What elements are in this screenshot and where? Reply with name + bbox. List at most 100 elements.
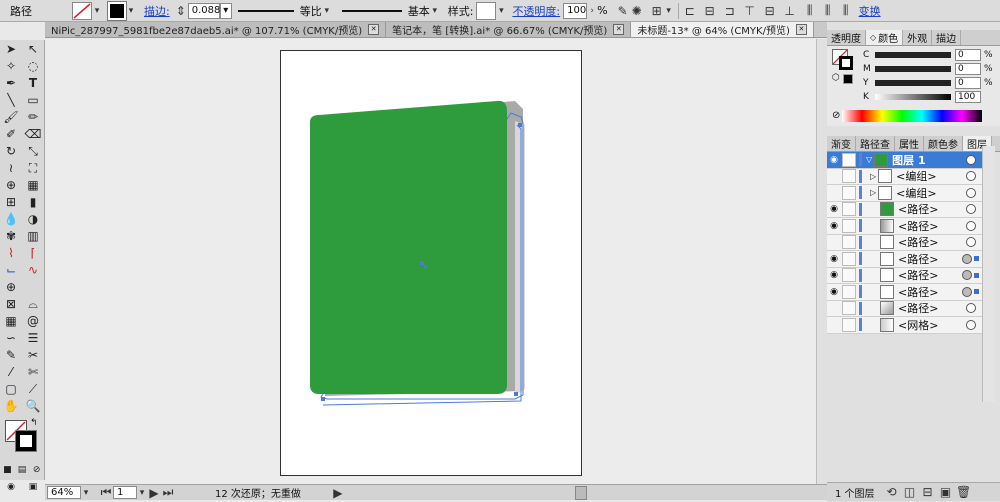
- layer-row[interactable]: ◉ <路径>: [827, 218, 982, 235]
- artboard-tool-icon[interactable]: ⊠: [2, 296, 20, 312]
- twirl-tool-icon[interactable]: @: [24, 313, 42, 329]
- fill-stroke-widget[interactable]: ↰: [0, 418, 44, 460]
- lock-toggle[interactable]: [842, 301, 856, 316]
- knife-tool-icon[interactable]: ⁄: [2, 364, 20, 380]
- target-icon[interactable]: [966, 319, 976, 330]
- channel-slider-m[interactable]: [875, 66, 951, 72]
- tab-document-1[interactable]: NiPic_287997_5981fbe2e87daeb5.ai* @ 107.…: [45, 22, 387, 37]
- channel-slider-y[interactable]: [875, 80, 951, 86]
- chevron-down-icon[interactable]: ▾: [92, 4, 102, 18]
- crosshair-icon[interactable]: ⊕: [2, 279, 20, 295]
- tab-appearance[interactable]: 外观: [903, 30, 933, 45]
- status-menu-icon[interactable]: ▶: [331, 486, 345, 500]
- lock-toggle[interactable]: [842, 185, 856, 200]
- eye-icon[interactable]: ◉: [827, 252, 841, 266]
- color-mode-icon[interactable]: ■: [0, 462, 15, 478]
- tab-gradient[interactable]: 渐变: [827, 136, 856, 151]
- layer-row[interactable]: <网格>: [827, 317, 982, 334]
- next-page-icon[interactable]: ▶: [147, 486, 161, 500]
- target-icon[interactable]: [966, 237, 976, 248]
- trash-icon[interactable]: 🗑: [956, 485, 971, 499]
- recolor-icon[interactable]: ✎: [616, 4, 630, 18]
- anchor-convert-icon[interactable]: ⌈: [24, 245, 42, 261]
- align-vcenter-icon[interactable]: ⊟: [763, 4, 777, 18]
- color-spectrum[interactable]: ⊘: [832, 110, 982, 122]
- align-hcenter-icon[interactable]: ⊟: [703, 4, 717, 18]
- target-icon[interactable]: [962, 270, 972, 281]
- first-page-icon[interactable]: ⏮: [99, 485, 113, 500]
- gradient-mode-icon[interactable]: ▤: [15, 462, 30, 478]
- canvas-area[interactable]: [45, 39, 827, 484]
- vertical-scrollbar[interactable]: [816, 39, 827, 484]
- lock-toggle[interactable]: [842, 152, 856, 167]
- opacity-input[interactable]: 100: [563, 2, 588, 19]
- lock-toggle[interactable]: [842, 202, 856, 217]
- lock-toggle[interactable]: [842, 218, 856, 233]
- perspective-grid-tool-icon[interactable]: ▦: [24, 177, 42, 193]
- mesh-tool-icon[interactable]: ⊞: [2, 194, 20, 210]
- lock-toggle[interactable]: [842, 268, 856, 283]
- align-right-icon[interactable]: ⊐: [723, 4, 737, 18]
- opacity-link[interactable]: 不透明度:: [512, 3, 560, 19]
- target-icon[interactable]: [966, 220, 976, 231]
- scissors-tool-icon[interactable]: ✄: [24, 364, 42, 380]
- tab-document-3[interactable]: 未标题-13* @ 64% (CMYK/预览) ✕: [631, 22, 814, 37]
- pencil-tool-icon[interactable]: ✏: [24, 109, 42, 125]
- globe-icon[interactable]: ✺: [630, 4, 644, 18]
- center-point[interactable]: [420, 261, 424, 265]
- type-tool-icon[interactable]: T: [24, 75, 42, 91]
- book-cover[interactable]: [310, 100, 507, 394]
- chevron-down-icon[interactable]: ▾: [126, 4, 136, 18]
- lasso-tool-icon[interactable]: ◌: [24, 58, 42, 74]
- anchor-point[interactable]: [518, 123, 522, 127]
- rectangle-tool-icon[interactable]: ▭: [24, 92, 42, 108]
- chevron-right-icon[interactable]: ▷: [870, 172, 876, 181]
- line-tool-icon[interactable]: ╲: [2, 92, 20, 108]
- channel-slider-c[interactable]: [875, 52, 951, 58]
- center-point[interactable]: [424, 265, 427, 268]
- anchor-tool-icon[interactable]: ⌇: [2, 245, 20, 261]
- chevron-down-icon[interactable]: ▾: [664, 4, 674, 18]
- eye-icon[interactable]: ◉: [827, 285, 841, 299]
- target-icon[interactable]: [966, 187, 976, 198]
- layer-row[interactable]: <路径>: [827, 300, 982, 317]
- wave-tool-icon[interactable]: ∽: [2, 330, 20, 346]
- spectrum-bar[interactable]: [842, 110, 982, 122]
- layer-row[interactable]: ▷ <编组>: [827, 168, 982, 185]
- chevron-right-icon[interactable]: ▷: [870, 188, 876, 197]
- target-icon[interactable]: [966, 204, 976, 215]
- distribute-icon[interactable]: ⫼: [803, 3, 817, 18]
- layer-row[interactable]: ◉ ▽ 图层 1: [827, 152, 982, 169]
- new-sublayer-icon[interactable]: ⊟: [921, 485, 935, 499]
- tab-document-2[interactable]: 笔记本，笔 [转换].ai* @ 66.67% (CMYK/预览) ✕: [386, 22, 632, 37]
- none-mode-icon[interactable]: ⊘: [29, 462, 44, 478]
- eye-icon[interactable]: ◉: [827, 202, 841, 216]
- eye-icon[interactable]: ◉: [827, 219, 841, 233]
- target-icon[interactable]: [962, 253, 972, 264]
- align-top-icon[interactable]: ⊤: [743, 4, 757, 18]
- hand-tool-icon[interactable]: ✋: [2, 398, 20, 414]
- envelope-tool-icon[interactable]: ⌓: [24, 296, 42, 312]
- eye-empty[interactable]: [827, 301, 841, 315]
- shape-builder-tool-icon[interactable]: ⊕: [2, 177, 20, 193]
- fill-swatch[interactable]: [72, 1, 92, 20]
- stroke-swatch[interactable]: [107, 0, 127, 21]
- layer-row[interactable]: <路径>: [827, 234, 982, 251]
- lock-toggle[interactable]: [842, 235, 856, 250]
- draw-mode-icon[interactable]: ◉: [2, 479, 20, 495]
- target-icon[interactable]: [966, 171, 976, 182]
- tab-color[interactable]: ◇ 颜色: [866, 30, 904, 45]
- distribute-icon[interactable]: ⫼: [821, 3, 835, 18]
- chevron-down-icon[interactable]: ▾: [137, 486, 147, 500]
- clipping-mask-icon[interactable]: ◫: [903, 485, 917, 499]
- none-color-icon[interactable]: ⊘: [832, 110, 842, 122]
- blend-tool-icon[interactable]: ◑: [24, 211, 42, 227]
- distribute-icon[interactable]: ⫼: [839, 3, 853, 18]
- book-artwork[interactable]: [45, 39, 827, 484]
- lock-toggle[interactable]: [842, 284, 856, 299]
- rotate-tool-icon[interactable]: ↻: [2, 143, 20, 159]
- eyedropper-tool-icon[interactable]: 💧: [2, 211, 20, 227]
- stepper-icon[interactable]: ⇕: [174, 4, 188, 18]
- slice-select-icon[interactable]: ⟋: [24, 381, 42, 397]
- align-bottom-icon[interactable]: ⊥: [783, 4, 797, 18]
